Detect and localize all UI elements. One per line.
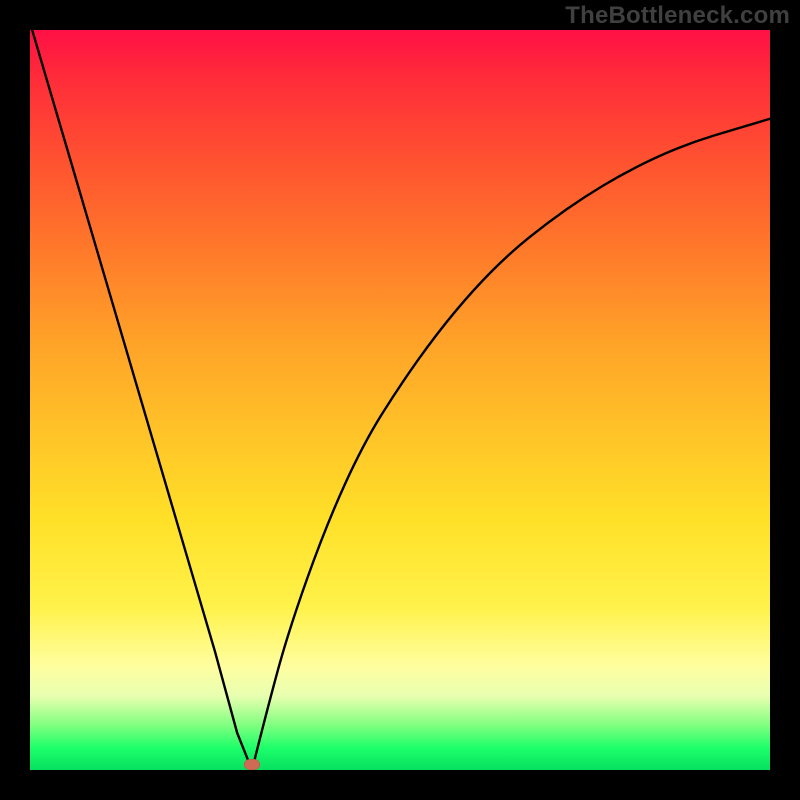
bottleneck-curve	[30, 30, 770, 770]
plot-area	[30, 30, 770, 770]
chart-frame: TheBottleneck.com	[0, 0, 800, 800]
bottleneck-marker	[244, 759, 260, 770]
watermark-text: TheBottleneck.com	[565, 2, 790, 30]
curve-path	[30, 30, 770, 770]
